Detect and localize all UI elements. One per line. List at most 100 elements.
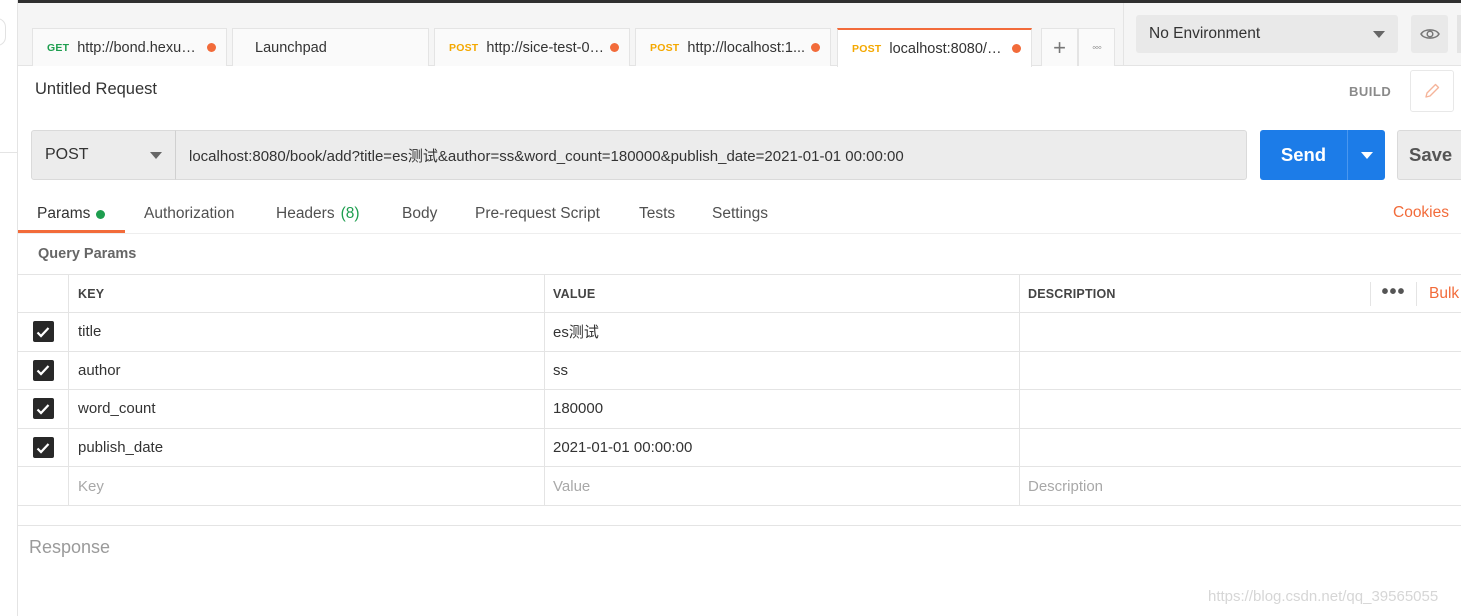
param-key[interactable]: publish_date bbox=[69, 428, 545, 467]
tab-method: POST bbox=[852, 42, 882, 55]
param-description[interactable] bbox=[1020, 313, 1461, 351]
left-gutter bbox=[0, 0, 18, 616]
tab-authorization[interactable]: Authorization bbox=[144, 195, 234, 233]
column-header-key: KEY bbox=[69, 275, 545, 312]
request-tab-2[interactable]: Launchpad bbox=[232, 28, 429, 66]
tab-settings[interactable]: Settings bbox=[712, 195, 768, 233]
more-options-icon[interactable]: ••• bbox=[1370, 281, 1416, 306]
header-check-cell bbox=[18, 275, 69, 312]
param-key[interactable]: word_count bbox=[69, 390, 545, 428]
param-value[interactable]: ss bbox=[545, 351, 1020, 390]
row-checkbox[interactable] bbox=[32, 437, 54, 459]
tab-url: http://localhost:1... bbox=[687, 39, 806, 56]
table-header-row: KEY VALUE DESCRIPTION ••• Bulk bbox=[18, 274, 1461, 313]
request-subtabs: Params Authorization Headers (8) Body Pr… bbox=[18, 195, 1461, 235]
request-title[interactable]: Untitled Request bbox=[35, 80, 157, 99]
cookies-link[interactable]: Cookies bbox=[1393, 204, 1449, 222]
param-value[interactable]: 2021-01-01 00:00:00 bbox=[545, 428, 1020, 467]
table-tools: ••• Bulk bbox=[1370, 275, 1459, 312]
headers-count-badge: (8) bbox=[340, 205, 360, 222]
checkmark-icon bbox=[36, 442, 50, 454]
request-tab-5-active[interactable]: POST localhost:8080/bo... bbox=[837, 28, 1032, 67]
tab-params-label: Params bbox=[37, 205, 91, 222]
tab-body[interactable]: Body bbox=[402, 195, 437, 233]
chevron-down-icon bbox=[150, 151, 162, 159]
new-tab-button[interactable]: + bbox=[1041, 28, 1078, 66]
plus-icon: + bbox=[1053, 34, 1066, 60]
table-row: title es测试 bbox=[18, 313, 1461, 352]
http-method-label: POST bbox=[45, 146, 89, 163]
request-url-input[interactable]: localhost:8080/book/add?title=es测试&autho… bbox=[175, 130, 1247, 180]
row-check-cell bbox=[18, 467, 69, 505]
param-value[interactable]: es测试 bbox=[545, 313, 1020, 351]
table-row: publish_date 2021-01-01 00:00:00 bbox=[18, 428, 1461, 468]
environment-label: No Environment bbox=[1149, 25, 1261, 42]
tab-url: Launchpad bbox=[255, 39, 327, 56]
query-params-table: KEY VALUE DESCRIPTION ••• Bulk title es测… bbox=[18, 274, 1461, 506]
row-checkbox[interactable] bbox=[32, 321, 54, 343]
request-tab-bar: GET http://bond.hexun.... Launchpad POST… bbox=[18, 3, 1123, 67]
request-tab-4[interactable]: POST http://localhost:1... bbox=[635, 28, 831, 66]
tab-prerequest-script[interactable]: Pre-request Script bbox=[475, 195, 600, 233]
eye-icon bbox=[1419, 29, 1440, 39]
new-description-input[interactable]: Description bbox=[1020, 467, 1461, 505]
tab-tests[interactable]: Tests bbox=[639, 195, 675, 233]
param-description[interactable] bbox=[1020, 352, 1461, 390]
checkmark-icon bbox=[36, 327, 50, 338]
tab-method: GET bbox=[47, 41, 70, 54]
row-checkbox[interactable] bbox=[32, 398, 54, 420]
new-param-row: Key Value Description bbox=[18, 467, 1461, 506]
request-tab-1[interactable]: GET http://bond.hexun.... bbox=[32, 28, 227, 66]
postman-window: GET http://bond.hexun.... Launchpad POST… bbox=[0, 0, 1461, 616]
checkmark-icon bbox=[36, 365, 50, 376]
tab-url: http://sice-test-03.... bbox=[486, 39, 606, 56]
environment-quick-look-button[interactable] bbox=[1411, 15, 1448, 53]
environment-area: No Environment bbox=[1123, 3, 1461, 66]
sidebar-toggle[interactable] bbox=[0, 18, 6, 46]
send-options-button[interactable] bbox=[1347, 130, 1385, 180]
tab-method: POST bbox=[449, 41, 479, 54]
request-tab-3[interactable]: POST http://sice-test-03.... bbox=[434, 28, 630, 66]
tab-method: POST bbox=[650, 41, 680, 54]
chevron-down-icon bbox=[1360, 151, 1373, 159]
send-button[interactable]: Send bbox=[1260, 130, 1347, 180]
build-mode-label[interactable]: BUILD bbox=[1349, 84, 1391, 99]
unsaved-dot-icon bbox=[207, 43, 216, 52]
row-check-cell bbox=[18, 390, 69, 428]
unsaved-dot-icon bbox=[610, 43, 619, 52]
tab-headers[interactable]: Headers (8) bbox=[276, 195, 360, 233]
tab-options-button[interactable]: ◦◦◦ bbox=[1078, 28, 1115, 66]
environment-select[interactable]: No Environment bbox=[1136, 15, 1398, 53]
row-check-cell bbox=[18, 313, 69, 351]
status-dot-icon bbox=[96, 209, 106, 219]
table-row: author ss bbox=[18, 351, 1461, 391]
checkmark-icon bbox=[36, 404, 50, 415]
response-heading: Response bbox=[29, 537, 111, 557]
new-value-input[interactable]: Value bbox=[545, 467, 1020, 505]
param-value[interactable]: 180000 bbox=[545, 390, 1020, 428]
row-checkbox[interactable] bbox=[32, 359, 54, 381]
param-key[interactable]: title bbox=[69, 313, 545, 351]
bulk-edit-link[interactable]: Bulk bbox=[1416, 281, 1459, 306]
param-description[interactable] bbox=[1020, 429, 1461, 467]
edit-button[interactable] bbox=[1410, 70, 1454, 112]
response-divider bbox=[18, 525, 1461, 526]
chevron-down-icon bbox=[1373, 30, 1385, 38]
settings-edge bbox=[1457, 15, 1461, 53]
param-description[interactable] bbox=[1020, 390, 1461, 428]
row-check-cell bbox=[18, 351, 69, 390]
subtab-divider bbox=[18, 233, 1461, 234]
http-method-select[interactable]: POST bbox=[31, 130, 176, 180]
new-key-input[interactable]: Key bbox=[69, 467, 545, 505]
unsaved-dot-icon bbox=[1012, 44, 1021, 53]
unsaved-dot-icon bbox=[811, 43, 820, 52]
row-check-cell bbox=[18, 428, 69, 467]
tab-params[interactable]: Params bbox=[37, 195, 106, 233]
table-row: word_count 180000 bbox=[18, 390, 1461, 429]
more-icon: ◦◦◦ bbox=[1092, 41, 1102, 54]
watermark: https://blog.csdn.net/qq_39565055 bbox=[1208, 588, 1439, 605]
gutter-divider bbox=[0, 152, 18, 153]
save-button[interactable]: Save bbox=[1397, 130, 1461, 180]
column-header-value: VALUE bbox=[545, 275, 1020, 312]
param-key[interactable]: author bbox=[69, 351, 545, 390]
